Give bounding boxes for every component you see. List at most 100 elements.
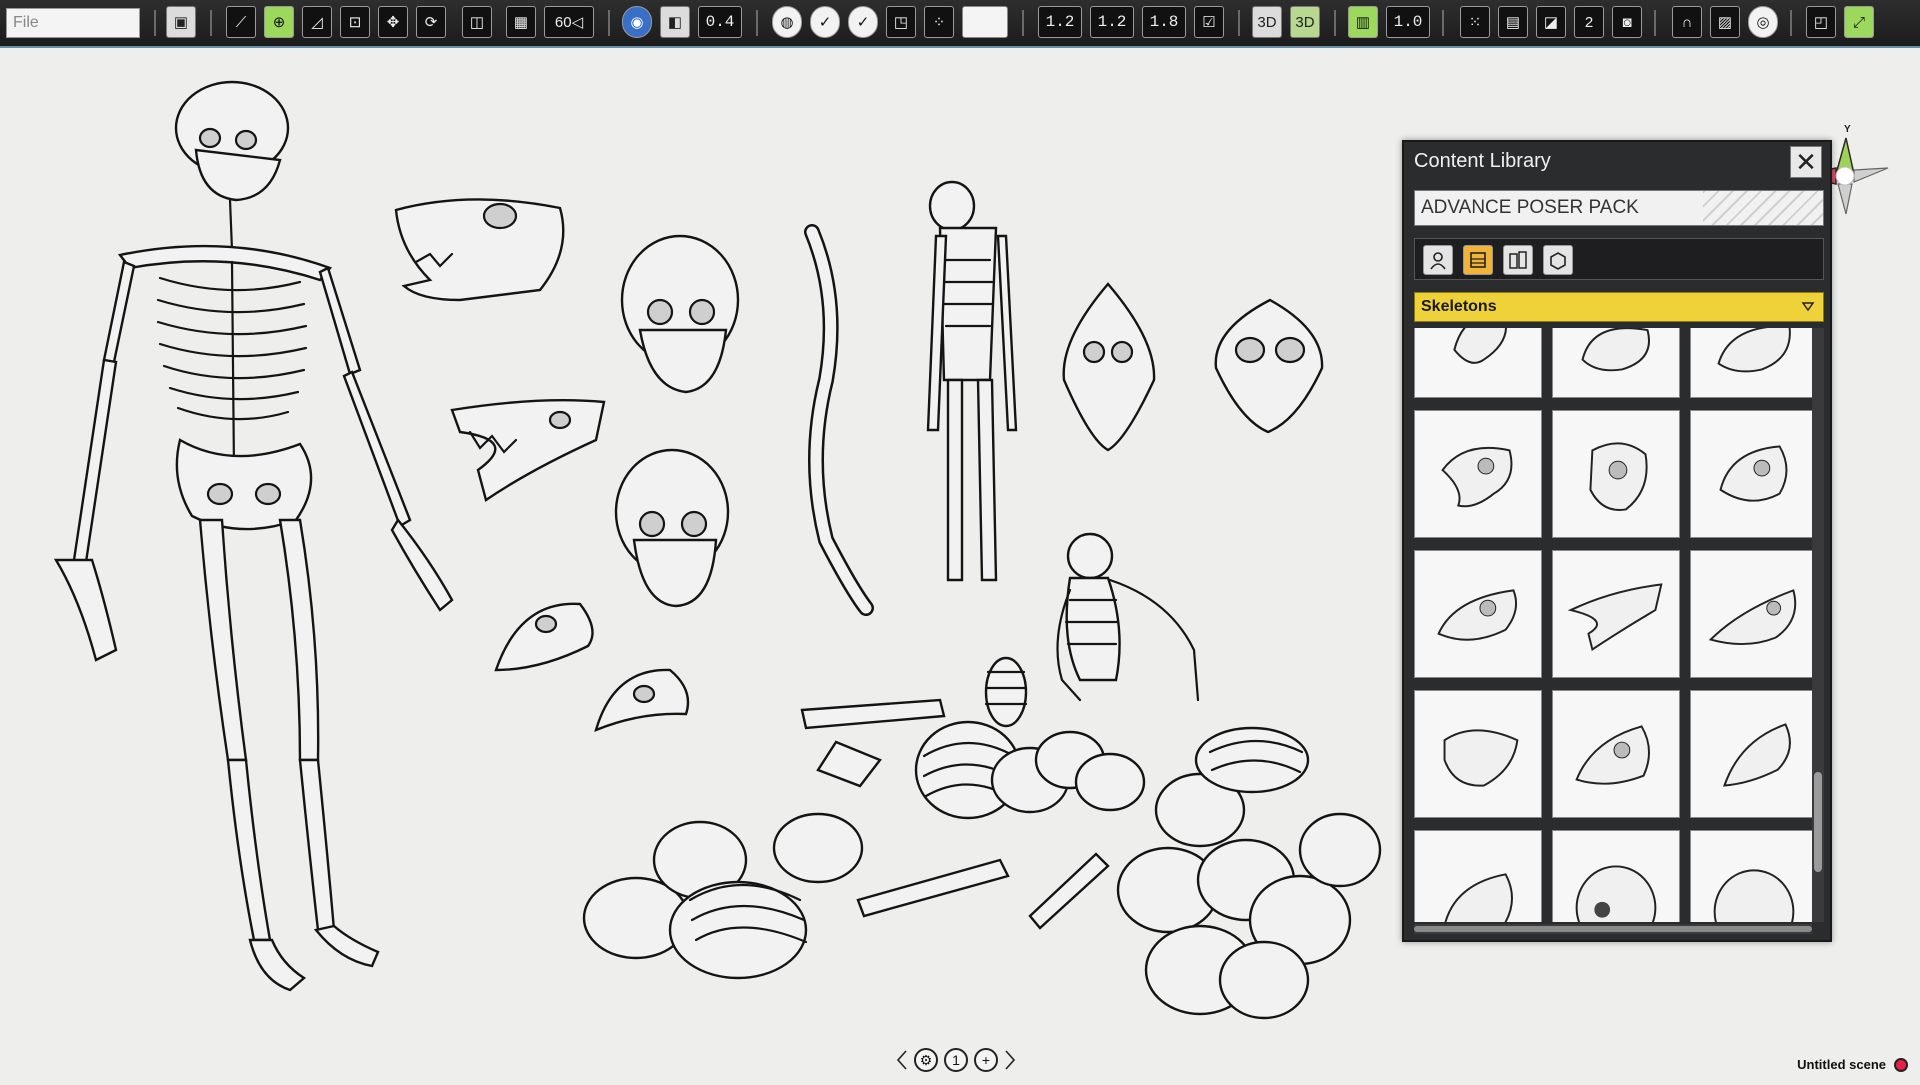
figure-tab-icon[interactable] [1423,245,1453,275]
library-tabs [1414,238,1824,280]
value-field-b[interactable]: 1.2 [1090,6,1134,38]
line-icon[interactable]: ⟋ [226,6,256,38]
frame-icon[interactable]: ⊡ [340,6,370,38]
picture-icon[interactable]: ▨ [1710,6,1740,38]
check-icon[interactable]: ☑ [1194,6,1224,38]
nodes-icon[interactable]: ⁘ [924,6,954,38]
toolbar-separator [1022,10,1024,36]
scene-status-dot [1894,1058,1908,1072]
bone-pile-model[interactable] [584,700,1380,1018]
toolbar-separator [154,10,156,36]
page-settings-button[interactable]: ⚙ [914,1048,938,1072]
canine-skull-front-model[interactable] [1064,284,1154,450]
pack-pattern [1703,191,1823,225]
layers-icon[interactable]: 2 [1574,6,1604,38]
3d-color-icon[interactable]: 3D [1290,6,1320,38]
target-icon[interactable]: ◉ [622,6,652,38]
skull-thumbnail[interactable] [1414,830,1542,922]
cat-skull-front-model[interactable] [1216,300,1322,432]
image-edit-icon[interactable]: ◪ [1536,6,1566,38]
buildings-tab-icon[interactable] [1503,245,1533,275]
check-icon[interactable]: ✓ [848,6,878,38]
scrollbar-thumb[interactable] [1814,772,1822,872]
next-page-arrow[interactable] [1004,1048,1016,1072]
shape-icon[interactable]: ◳ [886,6,916,38]
human-skeleton-model[interactable] [56,82,452,990]
3d-icon[interactable]: 3D [1252,6,1282,38]
category-label: Skeletons [1421,298,1497,315]
scene-name: Untitled scene [1797,1057,1886,1072]
human-skull-model-2[interactable] [616,450,728,606]
dog-skull-thumbnail[interactable] [1552,690,1680,818]
content-pack-selector[interactable]: ADVANCE POSER PACK [1414,190,1824,226]
skeleton-thumbnail[interactable] [1414,328,1542,398]
box-icon[interactable]: ◧ [660,6,690,38]
toolbar-separator [1334,10,1336,36]
small-animal-skull-model[interactable] [496,604,593,670]
crocodile-skull-model[interactable] [452,400,604,500]
snapshot-icon[interactable]: ◙ [1612,6,1642,38]
content-library-panel[interactable]: Content Library ✕ ADVANCE POSER PACK Ske… [1402,140,1832,942]
small-skeleton-model[interactable] [928,182,1016,580]
human-skull-thumbnail[interactable] [1690,830,1814,922]
add-page-button[interactable]: + [974,1048,998,1072]
bird-skull-thumbnail[interactable] [1414,410,1542,538]
toolbar-separator [1442,10,1444,36]
close-button[interactable]: ✕ [1790,146,1822,178]
color-swatch[interactable] [962,6,1008,38]
ribcage-model[interactable] [986,658,1026,726]
value-field-c[interactable]: 1.8 [1142,6,1186,38]
human-skull-thumbnail[interactable] [1552,830,1680,922]
bird-skull-model[interactable] [596,670,688,730]
file-menu-field[interactable]: File [6,8,140,38]
layout-icon[interactable]: ▥ [1348,6,1378,38]
wolf-skull-model[interactable] [396,199,563,300]
scatter-icon[interactable]: ⁙ [1460,6,1490,38]
skeleton-thumbnail[interactable] [1690,328,1814,398]
spine-model[interactable] [812,232,866,608]
toolbar-separator [210,10,212,36]
3d-objects-tab-icon[interactable] [1463,245,1493,275]
panel-title: Content Library [1414,150,1551,173]
gator-skull-thumbnail[interactable] [1690,550,1814,678]
headphones-icon[interactable]: ∩ [1672,6,1702,38]
crocodile-skull-thumbnail[interactable] [1552,550,1680,678]
category-dropdown[interactable]: Skeletons [1414,292,1824,322]
reptile-skull-thumbnail[interactable] [1414,550,1542,678]
human-skull-model[interactable] [622,236,738,392]
vertical-scrollbar[interactable] [1812,328,1824,922]
previous-page-arrow[interactable] [896,1048,908,1072]
save-icon[interactable]: ▣ [166,6,196,38]
canine-skull-thumbnail[interactable] [1690,410,1814,538]
opacity-value-field[interactable]: 0.4 [698,6,742,38]
skeleton-thumbnail[interactable] [1552,328,1680,398]
animal-skull-thumbnail[interactable] [1552,410,1680,538]
film-icon[interactable]: ▤ [1498,6,1528,38]
fullscreen-icon[interactable]: ⤢ [1844,6,1874,38]
brush-icon[interactable]: ◍ [772,6,802,38]
thumbnail-grid [1414,328,1814,922]
window-icon[interactable]: ◰ [1806,6,1836,38]
globe-icon[interactable]: ⊕ [264,6,294,38]
grid-icon[interactable]: ▦ [506,6,536,38]
bird-skull-thumbnail[interactable] [1690,690,1814,818]
zoom-value-field[interactable]: 1.0 [1386,6,1430,38]
ramp-icon[interactable]: ◿ [302,6,332,38]
rotate-icon[interactable]: ⟳ [416,6,446,38]
camera-frame-rate-button[interactable]: 60◁ [544,6,594,38]
scrollbar-thumb[interactable] [1414,926,1812,932]
web-icon[interactable]: ◎ [1748,6,1778,38]
toolbar-separator [608,10,610,36]
rodent-skull-thumbnail[interactable] [1414,690,1542,818]
crouching-skeleton-model[interactable] [1058,534,1199,700]
move-icon[interactable]: ✥ [378,6,408,38]
props-tab-icon[interactable] [1543,245,1573,275]
neg-x-axis-arrow[interactable] [1854,168,1888,182]
page-number[interactable]: 1 [944,1048,968,1072]
cube-icon[interactable]: ◫ [462,6,492,38]
plus-icon: + [982,1052,990,1068]
check-icon[interactable]: ✓ [810,6,840,38]
horizontal-scrollbar[interactable] [1414,924,1812,934]
neg-y-axis-arrow[interactable] [1838,184,1852,214]
value-field-a[interactable]: 1.2 [1038,6,1082,38]
